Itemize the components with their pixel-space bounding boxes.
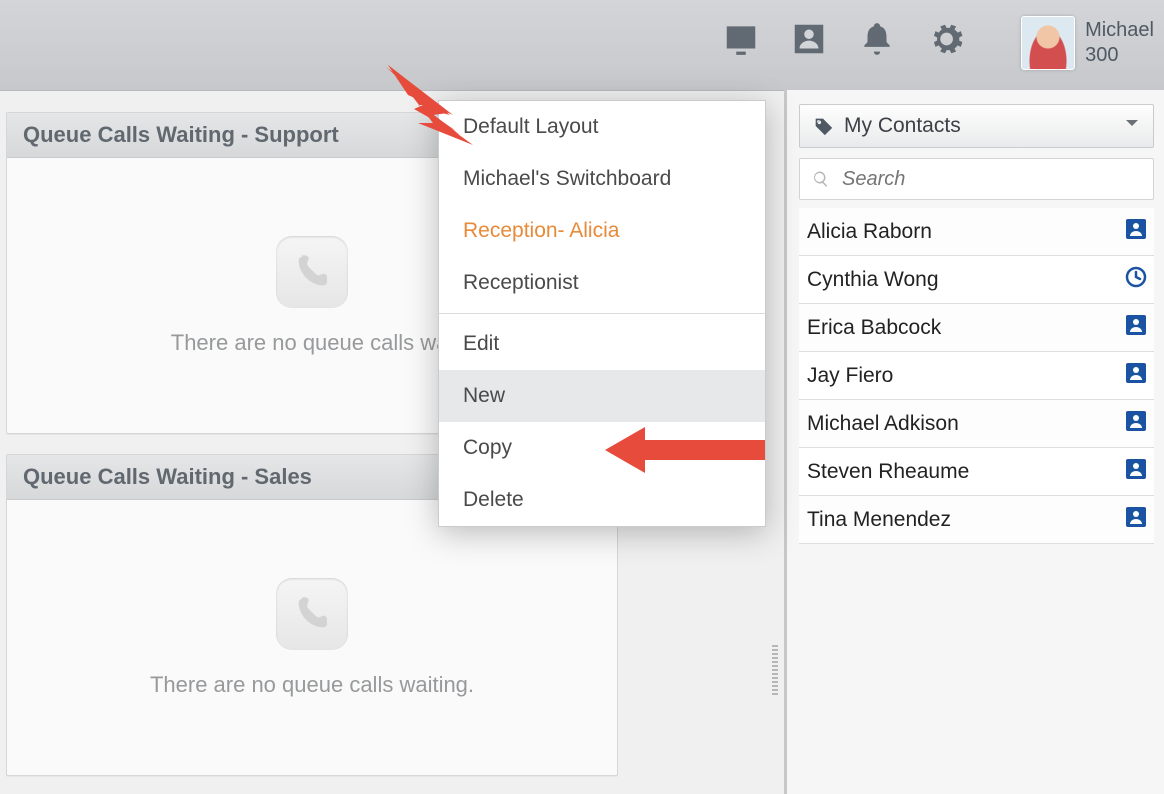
queue-body: There are no queue calls waiting.: [7, 500, 617, 776]
presence-icon: [1124, 217, 1148, 247]
contact-icon[interactable]: [790, 20, 828, 63]
contact-name: Michael Adkison: [807, 412, 959, 436]
context-layout-item[interactable]: Receptionist: [439, 257, 765, 309]
user-ext: 300: [1085, 43, 1154, 68]
presence-icon: [1124, 361, 1148, 391]
contacts-search[interactable]: [799, 158, 1154, 200]
contact-row[interactable]: Tina Menendez: [799, 496, 1154, 544]
monitor-icon[interactable]: [722, 20, 760, 63]
context-layout-item[interactable]: Default Layout: [439, 101, 765, 153]
contact-row[interactable]: Cynthia Wong: [799, 256, 1154, 304]
contact-name: Alicia Raborn: [807, 220, 932, 244]
contact-name: Tina Menendez: [807, 508, 951, 532]
contact-list: Alicia Raborn Cynthia Wong Erica Babcock Ja…: [799, 208, 1154, 544]
clock-icon: [1124, 265, 1148, 295]
bell-icon[interactable]: [858, 20, 896, 63]
user-block[interactable]: Michael 300: [1021, 16, 1154, 70]
gears-icon[interactable]: [926, 20, 964, 63]
presence-icon: [1124, 313, 1148, 343]
context-separator: [439, 313, 765, 314]
user-name: Michael: [1085, 18, 1154, 43]
contact-row[interactable]: Erica Babcock: [799, 304, 1154, 352]
presence-icon: [1124, 457, 1148, 487]
contact-row[interactable]: Michael Adkison: [799, 400, 1154, 448]
search-icon: [812, 169, 830, 189]
avatar: [1021, 16, 1075, 70]
user-text: Michael 300: [1085, 18, 1154, 68]
context-layout-item[interactable]: Michael's Switchboard: [439, 153, 765, 205]
contact-row[interactable]: Jay Fiero: [799, 352, 1154, 400]
presence-icon: [1124, 409, 1148, 439]
contacts-dropdown-label: My Contacts: [844, 114, 961, 138]
queue-empty-text: There are no queue calls wai: [171, 330, 454, 356]
contact-name: Steven Rheaume: [807, 460, 969, 484]
presence-icon: [1124, 505, 1148, 535]
top-toolbar: Michael 300: [0, 0, 1164, 91]
chevron-down-icon: [1123, 114, 1141, 138]
context-layout-item[interactable]: Reception- Alicia: [439, 205, 765, 257]
annotation-arrow-icon: [378, 65, 473, 145]
contacts-dropdown[interactable]: My Contacts: [799, 104, 1154, 148]
phone-icon: [276, 578, 348, 650]
context-action-new[interactable]: New: [439, 370, 765, 422]
phone-icon: [276, 236, 348, 308]
search-input[interactable]: [840, 167, 1141, 192]
contact-name: Jay Fiero: [807, 364, 893, 388]
contact-row[interactable]: Steven Rheaume: [799, 448, 1154, 496]
splitter-handle[interactable]: [772, 645, 778, 695]
queue-empty-text: There are no queue calls waiting.: [150, 672, 474, 698]
contact-name: Erica Babcock: [807, 316, 941, 340]
context-action-edit[interactable]: Edit: [439, 318, 765, 370]
tag-icon: [812, 115, 834, 137]
contact-name: Cynthia Wong: [807, 268, 939, 292]
contact-row[interactable]: Alicia Raborn: [799, 208, 1154, 256]
contacts-sidebar: My Contacts Alicia Raborn Cynthia Wong Eri…: [784, 90, 1164, 794]
annotation-arrow-icon: [605, 425, 765, 475]
context-action-delete[interactable]: Delete: [439, 474, 765, 526]
